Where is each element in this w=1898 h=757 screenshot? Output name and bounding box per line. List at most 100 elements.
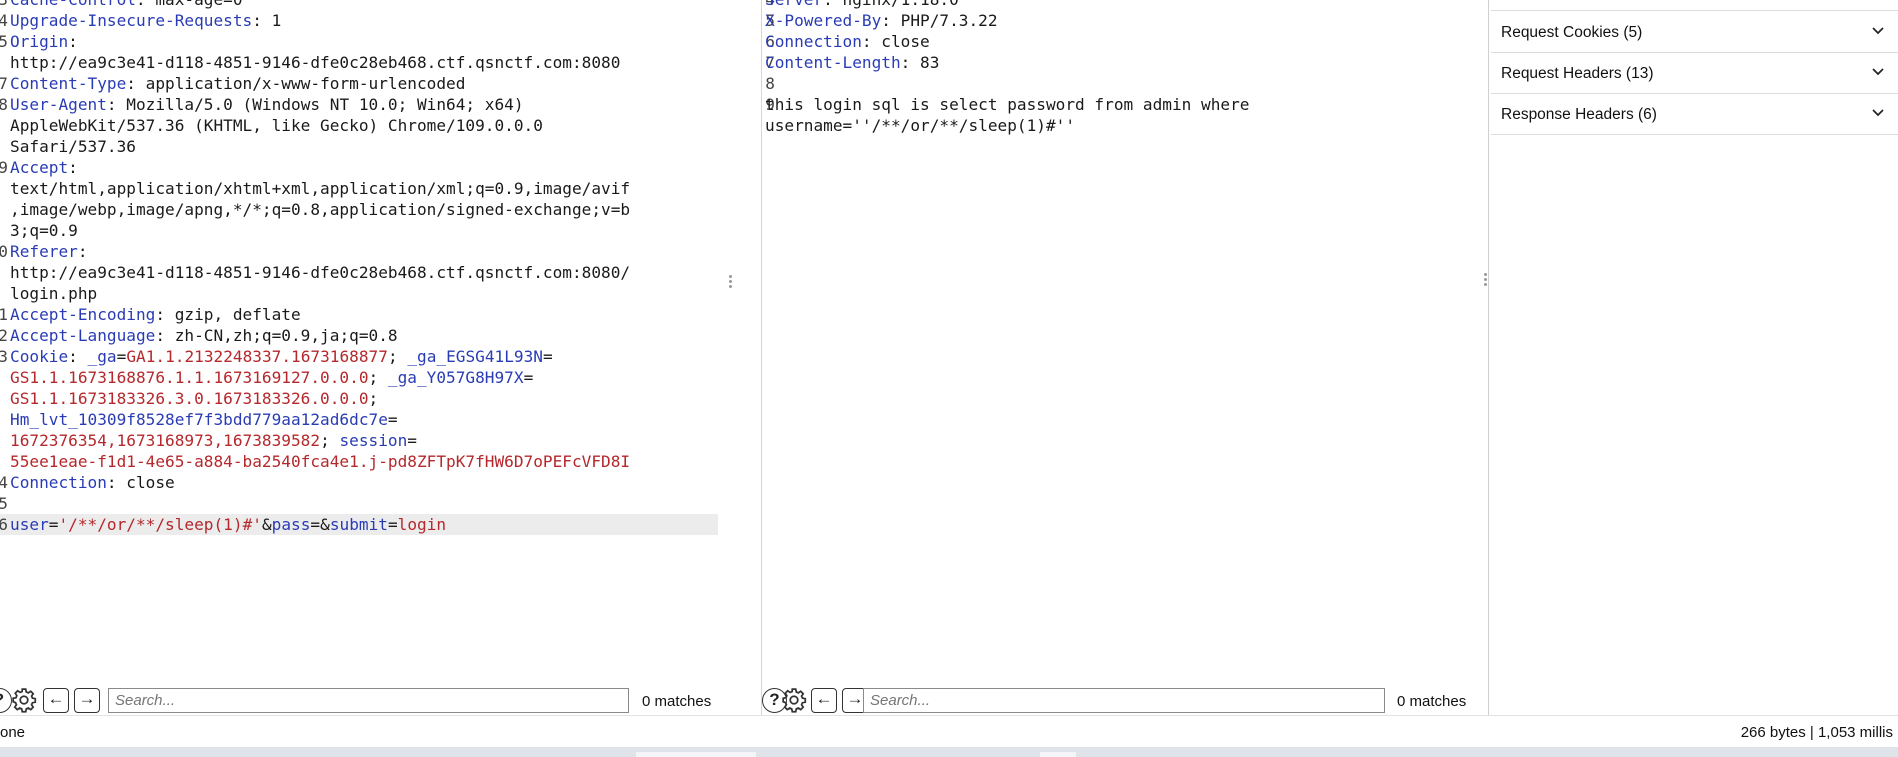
token: : gzip, deflate — [155, 305, 301, 324]
status-bar: one 266 bytes | 1,053 millis — [0, 715, 1898, 747]
chevron-down-icon — [1872, 109, 1884, 117]
token: =& — [310, 515, 330, 534]
token: GS1.1.1673183326.3.0.1673183326.0.0.0 — [10, 389, 369, 408]
token: : 83 — [900, 53, 940, 72]
token: Accept — [10, 158, 69, 177]
token: : zh-CN,zh;q=0.9,ja;q=0.8 — [155, 326, 398, 345]
arrow-right-icon[interactable]: → — [74, 687, 100, 713]
request-line[interactable]: 3Cache-Control: max-age=0 — [0, 0, 761, 10]
inspector-section-request-headers[interactable]: Request Headers (13) — [1491, 53, 1898, 94]
token: Referer — [10, 242, 78, 261]
request-line[interactable]: 9Accept: — [0, 157, 761, 178]
request-line[interactable]: 3;q=0.9 — [0, 220, 761, 241]
response-search-input[interactable] — [863, 688, 1385, 713]
help-icon[interactable]: ? — [762, 687, 787, 713]
request-editor[interactable]: 3Cache-Control: max-age=04Upgrade-Insecu… — [0, 0, 761, 680]
request-line[interactable]: 4Upgrade-Insecure-Requests: 1 — [0, 10, 761, 31]
inspector-section-top[interactable] — [1491, 0, 1898, 11]
gear-icon[interactable] — [778, 687, 807, 713]
request-line[interactable]: text/html,application/xhtml+xml,applicat… — [0, 178, 761, 199]
line-number: 0 — [0, 241, 8, 262]
request-line[interactable]: 1672376354,1673168973,1673839582; sessio… — [0, 430, 761, 451]
line-text: Content-Type: application/x-www-form-url… — [10, 73, 465, 94]
response-lines: 4Server: nginx/1.18.05X-Powered-By: PHP/… — [762, 0, 1488, 136]
response-editor[interactable]: 4Server: nginx/1.18.05X-Powered-By: PHP/… — [762, 0, 1488, 680]
inspector-panel: Request Cookies (5) Request Headers (13)… — [1490, 0, 1898, 715]
request-line[interactable]: 3Cookie: _ga=GA1.1.2132248337.1673168877… — [0, 346, 761, 367]
request-line[interactable]: GS1.1.1673168876.1.1.1673169127.0.0.0; _… — [0, 367, 761, 388]
request-line[interactable]: GS1.1.1673183326.3.0.1673183326.0.0.0; — [0, 388, 761, 409]
section-label: Request Headers (13) — [1501, 65, 1654, 82]
token: '/**/or/**/sleep(1)#' — [58, 515, 262, 534]
token: User-Agent — [10, 95, 107, 114]
taskbar-item[interactable] — [636, 752, 756, 757]
token: ; — [368, 368, 388, 387]
response-line[interactable]: 6 Connection: close — [762, 31, 1488, 52]
line-number: 3 — [0, 346, 8, 367]
line-text: GS1.1.1673183326.3.0.1673183326.0.0.0; — [10, 388, 378, 409]
response-line[interactable]: 4Server: nginx/1.18.0 — [762, 0, 1488, 10]
line-number: 6 — [0, 514, 8, 535]
inspector-resize-handle[interactable] — [1484, 273, 1488, 287]
token: AppleWebKit/537.36 (KHTML, like Gecko) C… — [10, 116, 543, 135]
request-lines: 3Cache-Control: max-age=04Upgrade-Insecu… — [0, 0, 761, 535]
request-line[interactable]: Safari/537.36 — [0, 136, 761, 157]
token: & — [261, 515, 272, 534]
arrow-left-icon[interactable]: ← — [811, 687, 837, 713]
pane-resize-handle[interactable] — [729, 275, 733, 289]
inspector-section-request-cookies[interactable]: Request Cookies (5) — [1491, 12, 1898, 53]
request-line[interactable]: 8User-Agent: Mozilla/5.0 (Windows NT 10.… — [0, 94, 761, 115]
token: 1672376354,1673168973,1673839582 — [10, 431, 321, 450]
line-text: Connection: close — [765, 31, 930, 52]
request-line[interactable]: 5 — [0, 493, 761, 514]
response-line[interactable]: username=''/**/or/**/sleep(1)#'' — [762, 115, 1488, 136]
token: GS1.1.1673168876.1.1.1673169127.0.0.0 — [10, 368, 369, 387]
token: http://ea9c3e41-d118-4851-9146-dfe0c28eb… — [10, 263, 631, 282]
taskbar — [0, 747, 1898, 757]
request-line[interactable]: http://ea9c3e41-d118-4851-9146-dfe0c28eb… — [0, 262, 761, 283]
line-text: http://ea9c3e41-d118-4851-9146-dfe0c28eb… — [10, 52, 620, 73]
request-line[interactable]: http://ea9c3e41-d118-4851-9146-dfe0c28eb… — [0, 52, 761, 73]
request-line[interactable]: Hm_lvt_10309f8528ef7f3bdd779aa12ad6dc7e= — [0, 409, 761, 430]
request-search-input[interactable] — [108, 688, 629, 713]
token: = — [116, 347, 127, 366]
token: Content-Length — [765, 53, 901, 72]
section-label: Response Headers (6) — [1501, 106, 1657, 123]
request-line[interactable]: login.php — [0, 283, 761, 304]
response-pane: 4Server: nginx/1.18.05X-Powered-By: PHP/… — [762, 0, 1489, 715]
arrow-left-icon[interactable]: ← — [43, 687, 69, 713]
token: : — [68, 158, 78, 177]
request-line[interactable]: 1Accept-Encoding: gzip, deflate — [0, 304, 761, 325]
taskbar-item[interactable] — [1040, 752, 1076, 757]
line-text: Cache-Control: max-age=0 — [10, 0, 243, 10]
token: Cache-Control — [10, 0, 136, 9]
line-text: Accept: — [10, 157, 78, 178]
line-text: Server: nginx/1.18.0 — [765, 0, 959, 10]
request-line[interactable]: 4Connection: close — [0, 472, 761, 493]
request-line[interactable]: 2Accept-Language: zh-CN,zh;q=0.9,ja;q=0.… — [0, 325, 761, 346]
line-text: 3;q=0.9 — [10, 220, 78, 241]
response-line[interactable]: 8 — [762, 73, 1488, 94]
response-search-bar: ? ← → 0 matches — [762, 685, 1488, 715]
token: ; — [387, 347, 408, 366]
request-line[interactable]: 7Content-Type: application/x-www-form-ur… — [0, 73, 761, 94]
token: : close — [106, 473, 175, 492]
request-line[interactable]: ,image/webp,image/apng,*/*;q=0.8,applica… — [0, 199, 761, 220]
request-line[interactable]: 5Origin: — [0, 31, 761, 52]
token: Connection — [765, 32, 862, 51]
line-number: 5 — [0, 493, 8, 514]
request-line[interactable]: 55ee1eae-f1d1-4e65-a884-ba2540fca4e1.j-p… — [0, 451, 761, 472]
request-line[interactable]: 0Referer: — [0, 241, 761, 262]
inspector-section-response-headers[interactable]: Response Headers (6) — [1491, 94, 1898, 135]
request-line[interactable]: AppleWebKit/537.36 (KHTML, like Gecko) C… — [0, 115, 761, 136]
response-line[interactable]: 5 X-Powered-By: PHP/7.3.22 — [762, 10, 1488, 31]
gear-icon[interactable] — [11, 687, 37, 713]
request-line[interactable]: 6user='/**/or/**/sleep(1)#'&pass=&submit… — [0, 514, 718, 535]
token: = — [48, 515, 59, 534]
line-text: ,image/webp,image/apng,*/*;q=0.8,applica… — [10, 199, 630, 220]
token: 3;q=0.9 — [10, 221, 78, 240]
response-line[interactable]: 7 Content-Length: 83 — [762, 52, 1488, 73]
line-text: Hm_lvt_10309f8528ef7f3bdd779aa12ad6dc7e= — [10, 409, 398, 430]
token: ; — [320, 431, 340, 450]
response-line[interactable]: 9 this login sql is select password from … — [762, 94, 1488, 115]
